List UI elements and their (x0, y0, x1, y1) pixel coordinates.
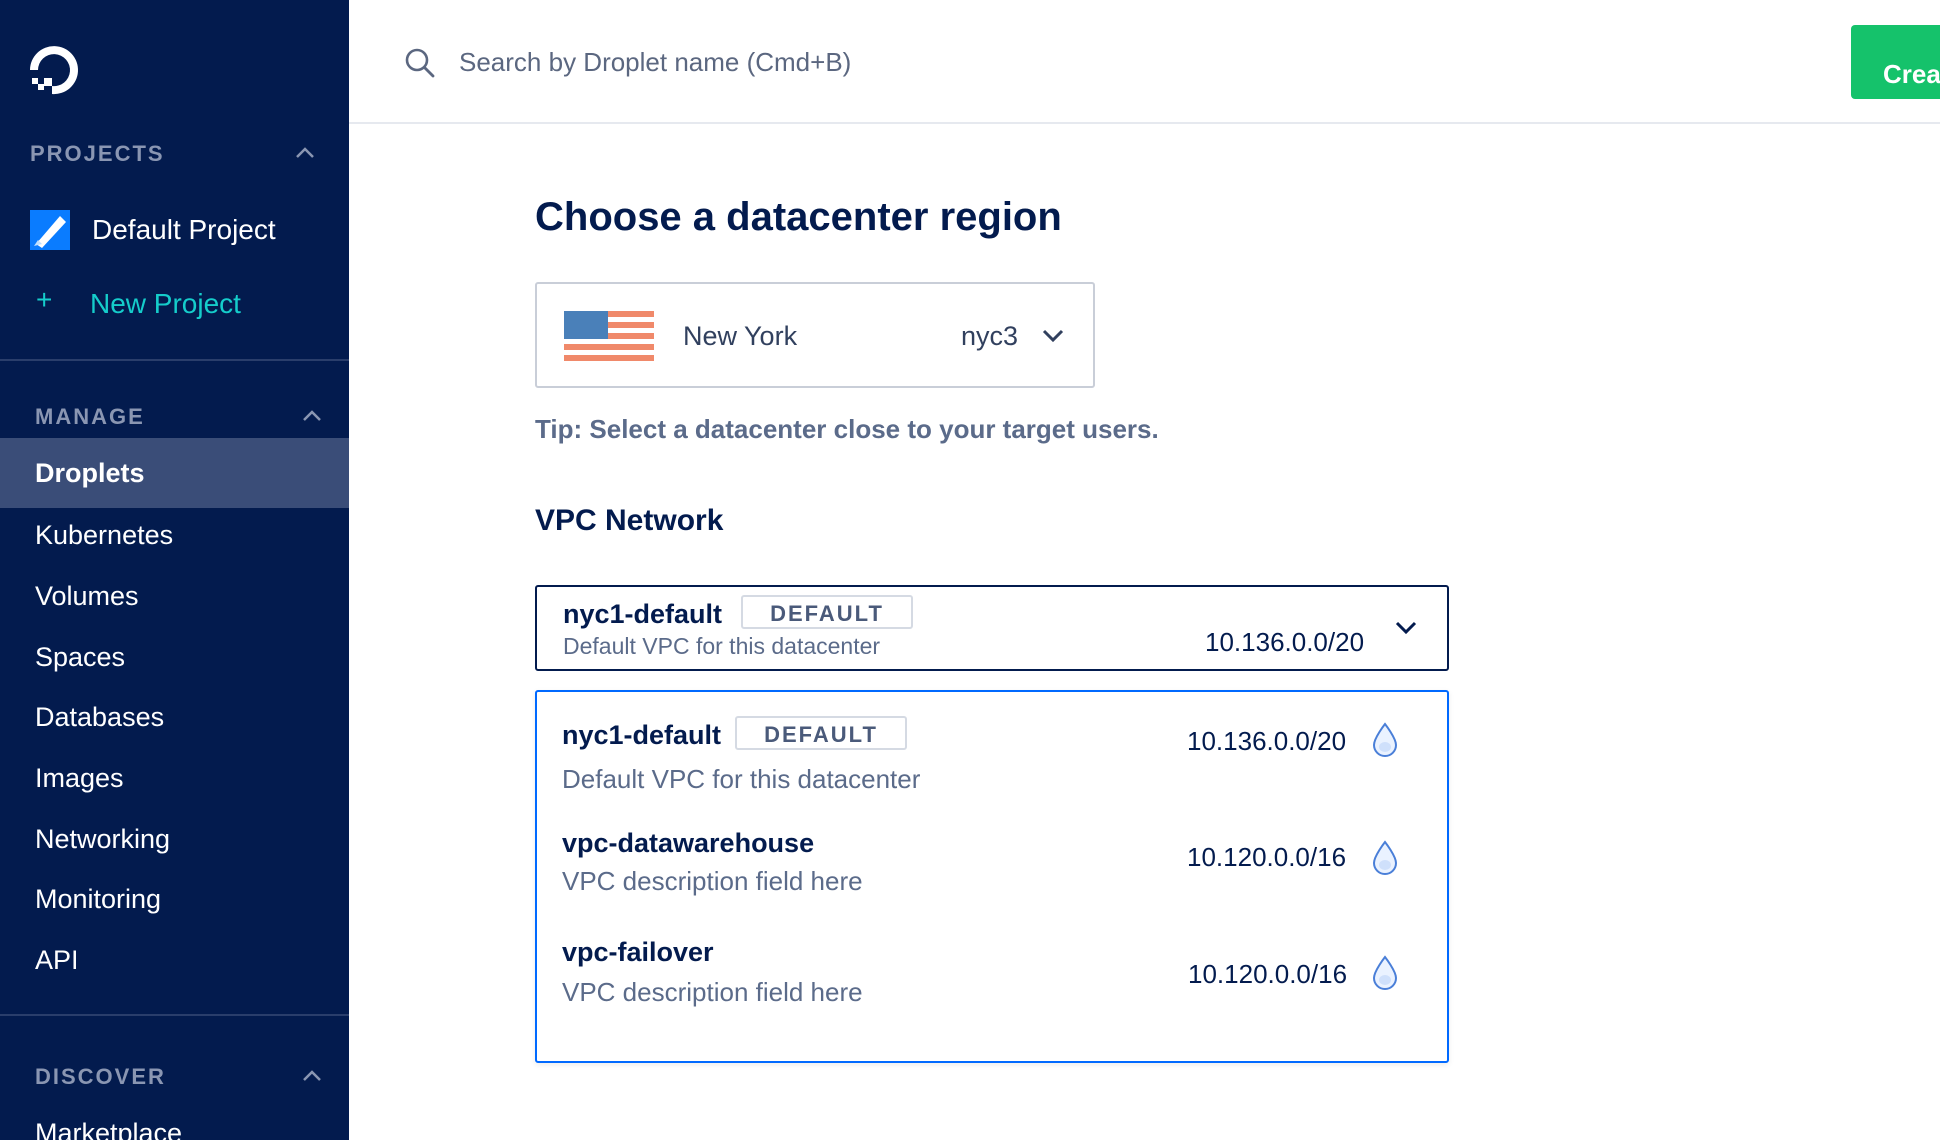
create-button[interactable]: Creat (1851, 25, 1940, 99)
projects-section-header[interactable]: PROJECTS (0, 133, 349, 173)
vpc-name: vpc-failover (562, 937, 714, 967)
region-tip: Tip: Select a datacenter close to your t… (535, 414, 1159, 444)
vpc-cidr: 10.120.0.0/16 (1188, 959, 1348, 989)
region-name: New York (683, 321, 798, 351)
new-project-label: New Project (90, 288, 241, 319)
sidebar-item-label: Images (35, 763, 124, 793)
sidebar-divider (0, 1014, 349, 1016)
sidebar-item-networking[interactable]: Networking (0, 808, 349, 868)
vpc-description: Default VPC for this datacenter (562, 764, 921, 794)
sidebar-item-monitoring[interactable]: Monitoring (0, 868, 349, 928)
discover-header-label: DISCOVER (35, 1064, 166, 1089)
vpc-dropdown-menu: nyc1-default DEFAULT Default VPC for thi… (535, 690, 1449, 1063)
discover-section-header[interactable]: DISCOVER (0, 1056, 349, 1096)
droplet-icon (1372, 840, 1398, 875)
chevron-down-icon (1042, 329, 1064, 343)
page-title: Choose a datacenter region (535, 195, 1062, 239)
sidebar-item-label: Monitoring (35, 884, 162, 914)
sidebar: PROJECTS Default Project + New Project M… (0, 0, 349, 1140)
sidebar-item-images[interactable]: Images (0, 747, 349, 807)
top-bar: Creat (349, 0, 1940, 124)
projects-header-label: PROJECTS (30, 141, 165, 166)
vpc-cidr: 10.136.0.0/20 (1187, 726, 1347, 756)
vpc-option[interactable]: vpc-failover VPC description field here … (537, 929, 1447, 1037)
us-flag-icon (564, 311, 654, 361)
region-code: nyc3 (961, 321, 1019, 351)
vpc-option[interactable]: vpc-datawarehouse VPC description field … (537, 820, 1447, 928)
sidebar-item-kubernetes[interactable]: Kubernetes (0, 504, 349, 564)
sidebar-item-label: Spaces (35, 642, 126, 672)
vpc-description: VPC description field here (562, 866, 863, 896)
manage-section-header[interactable]: MANAGE (0, 396, 349, 436)
vpc-cidr: 10.120.0.0/16 (1187, 842, 1347, 872)
sidebar-item-label: API (35, 945, 79, 975)
sidebar-item-label: Kubernetes (35, 520, 174, 550)
vpc-option[interactable]: nyc1-default DEFAULT Default VPC for thi… (537, 712, 1447, 820)
sidebar-item-marketplace[interactable]: Marketplace (0, 1112, 349, 1140)
chevron-down-icon (1395, 621, 1417, 635)
sidebar-item-default-project[interactable]: Default Project (0, 198, 349, 258)
region-select[interactable]: New York nyc3 (535, 282, 1095, 388)
sidebar-item-label: Databases (35, 702, 165, 732)
project-label: Default Project (92, 214, 276, 245)
plus-icon: + (36, 284, 53, 315)
droplet-icon (1372, 722, 1398, 757)
sidebar-item-volumes[interactable]: Volumes (0, 565, 349, 625)
vpc-name: vpc-datawarehouse (562, 828, 815, 858)
vpc-name: nyc1-default (562, 720, 722, 750)
droplet-icon (1372, 955, 1398, 990)
sidebar-item-droplets[interactable]: Droplets (0, 438, 349, 508)
default-badge: DEFAULT (741, 595, 913, 629)
chevron-up-icon[interactable] (295, 145, 315, 159)
new-project-link[interactable]: + New Project (0, 272, 349, 332)
vpc-section-title: VPC Network (535, 504, 724, 537)
vpc-description: Default VPC for this datacenter (563, 633, 881, 659)
vpc-select[interactable]: nyc1-default DEFAULT Default VPC for thi… (535, 585, 1449, 671)
search-input[interactable] (459, 36, 1359, 88)
vpc-name: nyc1-default (563, 599, 723, 629)
manage-header-label: MANAGE (35, 404, 145, 429)
sidebar-divider (0, 359, 349, 361)
sidebar-item-spaces[interactable]: Spaces (0, 626, 349, 686)
sidebar-item-label: Marketplace (35, 1118, 183, 1140)
sidebar-item-label: Volumes (35, 581, 139, 611)
sidebar-item-api[interactable]: API (0, 929, 349, 989)
sidebar-item-label: Networking (35, 824, 171, 854)
project-icon (30, 210, 70, 250)
vpc-cidr: 10.136.0.0/20 (1205, 627, 1365, 657)
sidebar-item-databases[interactable]: Databases (0, 686, 349, 746)
sidebar-item-label: Droplets (35, 458, 145, 488)
search-icon (405, 48, 435, 78)
chevron-up-icon[interactable] (302, 408, 322, 422)
logo-icon[interactable] (28, 44, 84, 100)
chevron-up-icon[interactable] (302, 1068, 322, 1082)
vpc-description: VPC description field here (562, 977, 863, 1007)
default-badge: DEFAULT (735, 716, 907, 750)
